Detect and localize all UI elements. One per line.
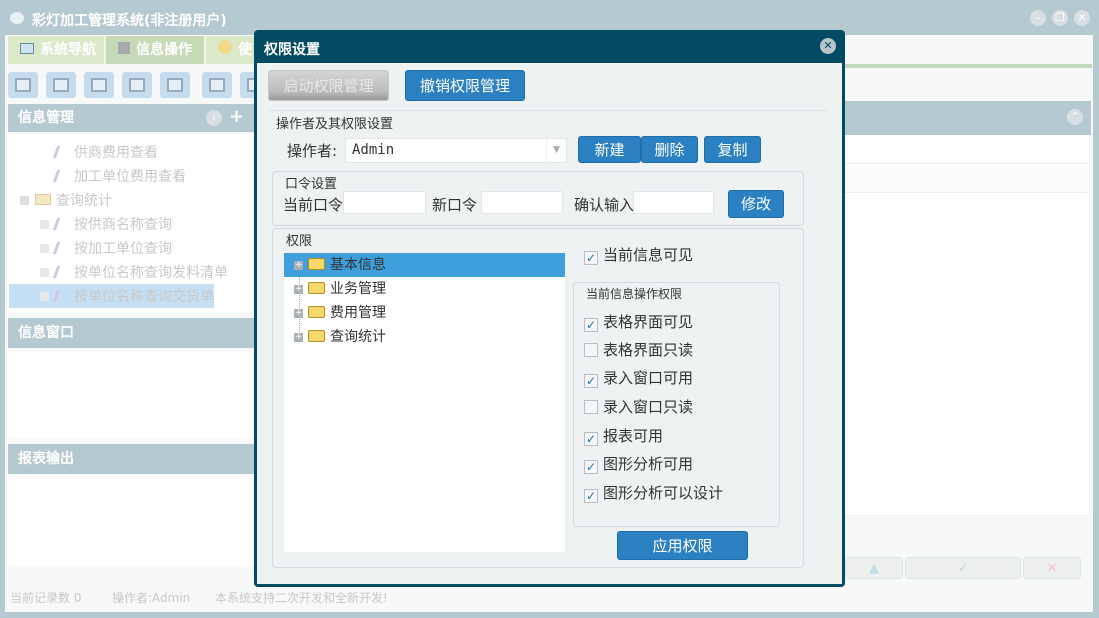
panel-header-info-window: 信息窗口 [8, 318, 258, 348]
toolbar-search-button[interactable] [8, 72, 38, 98]
folder-icon [308, 306, 325, 318]
operator-label: 操作者: [287, 142, 338, 160]
permission-section-label: 权限 [286, 234, 313, 249]
status-operator: 操作者:Admin [112, 591, 191, 605]
password-section-label: 口令设置 [285, 177, 338, 192]
collapse-icon [20, 196, 29, 205]
permission-checkbox[interactable]: ✓ 图形分析可用 [584, 454, 693, 474]
report-body [8, 476, 256, 566]
app-logo-icon [10, 12, 24, 24]
operator-section-label: 操作者及其权限设置 [276, 117, 394, 132]
folder-icon [35, 194, 51, 205]
current-password-label: 当前口令 [283, 196, 344, 214]
checkbox-icon: ✓ [584, 318, 598, 332]
cancel-button[interactable]: ✕ [1023, 557, 1081, 579]
expand-icon [294, 325, 303, 349]
permission-checkbox[interactable]: 表格界面只读 [584, 340, 693, 360]
tab-system-nav[interactable]: 系统导航 [8, 36, 106, 64]
add-icon[interactable]: + [229, 106, 244, 127]
permission-checkbox[interactable]: ✓ 报表可用 [584, 426, 663, 446]
perm-tree-item[interactable]: 费用管理 [284, 301, 565, 325]
folder-icon [308, 282, 325, 294]
tool-icon [52, 170, 72, 182]
tool-icon [52, 266, 72, 278]
status-records: 当前记录数 0 [10, 591, 82, 605]
perm-tree-item[interactable]: 查询统计 [284, 325, 565, 349]
help-icon [218, 40, 232, 54]
tree-item[interactable]: 加工单位费用查看 [52, 165, 186, 189]
new-button[interactable]: 新建 [578, 136, 641, 163]
toolbar-export-button[interactable] [202, 72, 232, 98]
dialog-close-icon[interactable]: ✕ [820, 38, 836, 54]
tree-item[interactable]: 按单位名称查询发料清单 [40, 261, 228, 285]
tree-item[interactable]: 按供商名称查询 [40, 213, 172, 237]
toolbar-doc-button[interactable] [84, 72, 114, 98]
permission-checkbox[interactable]: ✓ 图形分析可以设计 [584, 483, 723, 503]
checkbox-icon [584, 400, 598, 414]
toolbar-user-button[interactable] [122, 72, 152, 98]
modify-button[interactable]: 修改 [728, 190, 784, 218]
ops-section-label: 当前信息操作权限 [586, 287, 683, 301]
folder-icon [308, 258, 325, 270]
tree-item-selected[interactable]: 按单位名称查询交货单 [40, 285, 214, 309]
confirm-button[interactable]: ✓ [905, 557, 1021, 579]
toolbar-screen-button[interactable] [160, 72, 190, 98]
collapse-left-icon[interactable]: ‹ [206, 110, 222, 126]
confirm-password-label: 确认输入 [574, 196, 635, 214]
permission-checkbox[interactable]: ✓ 录入窗口可用 [584, 368, 693, 388]
tree-item[interactable]: 按加工单位查询 [40, 237, 172, 261]
folder-icon [308, 330, 325, 342]
tree-folder[interactable]: 查询统计 [20, 189, 112, 213]
collapse-up-icon[interactable]: ⌃ [1067, 109, 1083, 125]
checkbox-icon [584, 343, 598, 357]
apply-permission-button[interactable]: 应用权限 [617, 531, 748, 560]
perm-tree-item-selected[interactable]: 基本信息 [284, 253, 565, 277]
new-password-input[interactable] [481, 191, 563, 214]
revoke-permission-button[interactable]: 撤销权限管理 [405, 70, 525, 101]
divider [268, 110, 828, 111]
copy-button[interactable]: 复制 [704, 136, 761, 163]
tool-icon [52, 218, 72, 230]
chevron-down-icon: ▼ [546, 139, 566, 162]
perm-tree-item[interactable]: 业务管理 [284, 277, 565, 301]
info-window-body [8, 352, 256, 438]
tab-underline [840, 64, 1092, 68]
operator-select[interactable]: Admin ▼ [345, 138, 567, 163]
panel-header-report: 报表输出 [8, 444, 258, 474]
status-note: 本系统支持二次开发和全新开发! [215, 591, 388, 605]
checkbox-icon: ✓ [584, 489, 598, 503]
new-password-label: 新口令 [432, 196, 478, 214]
enable-permission-button[interactable]: 启动权限管理 [268, 70, 389, 101]
toolbar-list-button[interactable] [46, 72, 76, 98]
minimize-icon[interactable]: – [1030, 10, 1046, 26]
grid-icon [118, 42, 130, 54]
visible-checkbox[interactable]: ✓ 当前信息可见 [584, 245, 693, 265]
checkbox-icon: ✓ [584, 432, 598, 446]
dialog-title: 权限设置 [264, 42, 320, 58]
tree-item[interactable]: 供商费用查看 [52, 141, 158, 165]
current-password-input[interactable] [343, 191, 426, 214]
tool-icon [52, 146, 72, 158]
tab-info-ops[interactable]: 信息操作 [106, 36, 206, 64]
monitor-icon [20, 43, 34, 54]
permission-checkbox[interactable]: 录入窗口只读 [584, 397, 693, 417]
permission-checkbox[interactable]: ✓ 表格界面可见 [584, 312, 693, 332]
close-icon[interactable]: ✕ [1074, 10, 1090, 26]
checkbox-icon: ✓ [584, 374, 598, 388]
app-title: 彩灯加工管理系统(非注册用户) [32, 13, 227, 29]
expand-icon [294, 277, 303, 301]
tool-icon [52, 290, 72, 302]
restore-icon[interactable]: ❐ [1052, 10, 1068, 26]
grid-row [845, 163, 1089, 193]
expand-icon [294, 253, 303, 277]
confirm-password-input[interactable] [633, 191, 714, 214]
tool-icon [52, 242, 72, 254]
expand-icon [294, 301, 303, 325]
checkbox-icon: ✓ [584, 460, 598, 474]
checkbox-icon: ✓ [584, 251, 598, 265]
delete-button[interactable]: 删除 [641, 136, 698, 163]
move-up-button[interactable]: ▲ [845, 557, 903, 579]
